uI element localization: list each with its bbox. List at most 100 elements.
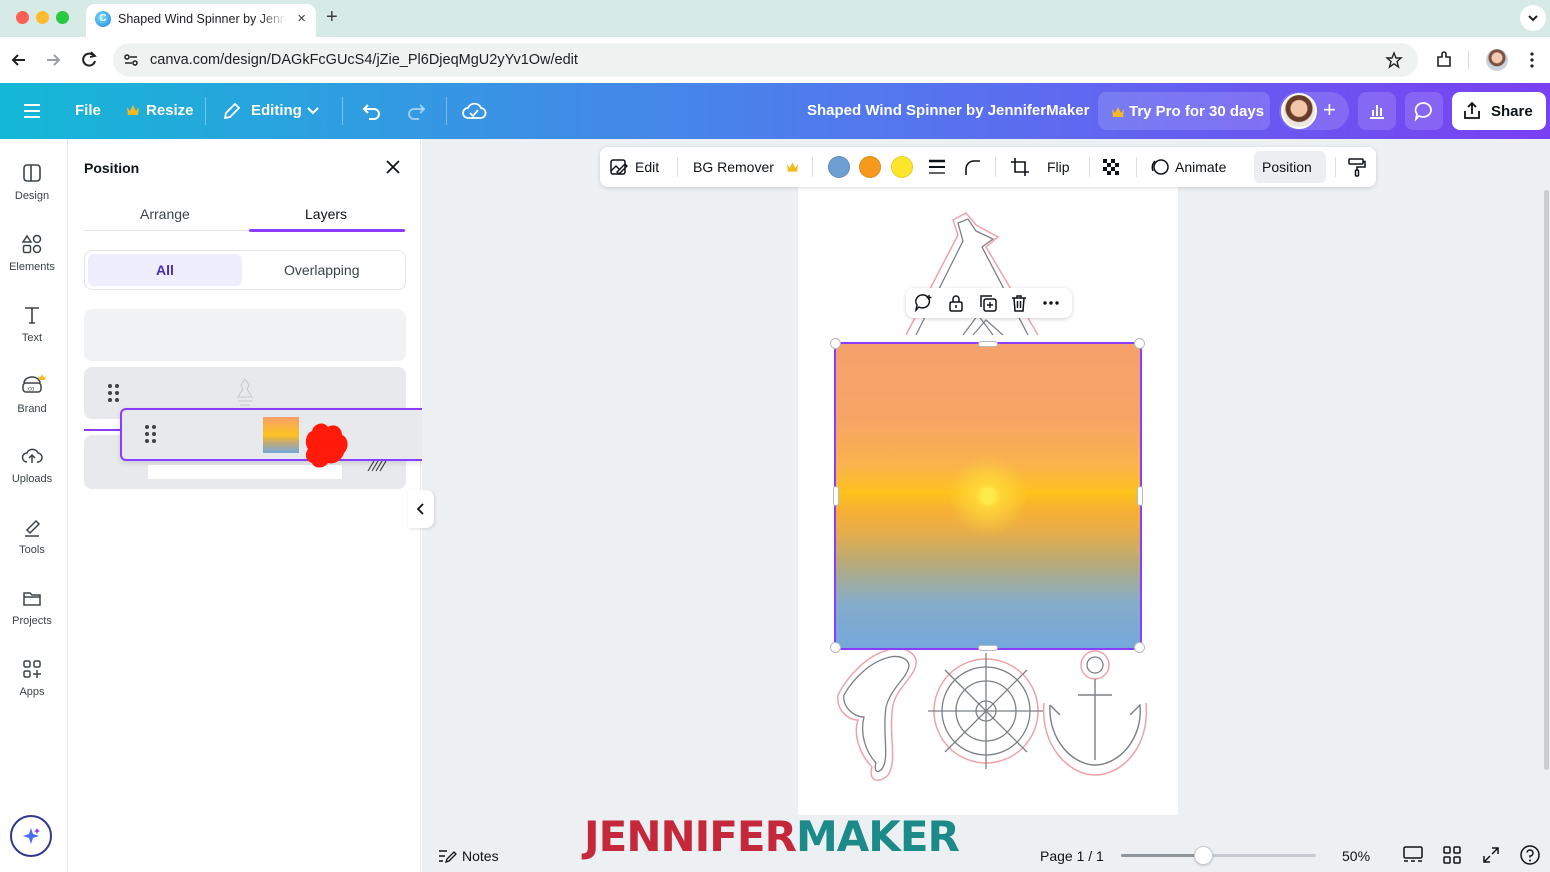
sunset-image[interactable]	[834, 342, 1142, 650]
left-sidebar: Design Elements Text co Brand Uploads To…	[0, 139, 68, 872]
paint-roller-icon[interactable]	[1346, 156, 1368, 178]
zoom-slider[interactable]	[1121, 846, 1316, 865]
resize-menu[interactable]	[126, 100, 142, 118]
undo-icon[interactable]	[360, 100, 382, 122]
layer-thumbnail-outline	[237, 378, 253, 406]
maximize-window-button[interactable]	[56, 11, 69, 24]
url-field[interactable]: canva.com/design/DAGkFcGUcS4/jZie_Pl6Dje…	[113, 43, 1418, 77]
user-avatar[interactable]	[1281, 93, 1317, 129]
layer-row[interactable]	[84, 309, 406, 361]
pencil-icon	[223, 102, 241, 120]
more-horizontal-icon[interactable]	[1041, 293, 1061, 313]
rail-item-tools[interactable]: Tools	[0, 516, 64, 556]
rail-item-projects[interactable]: Projects	[0, 587, 64, 627]
filter-overlapping[interactable]: Overlapping	[284, 262, 360, 278]
more-vertical-icon[interactable]	[1522, 50, 1542, 70]
rail-item-uploads[interactable]: Uploads	[0, 445, 64, 485]
resize-handle[interactable]	[978, 341, 998, 347]
border-style-icon[interactable]	[927, 158, 947, 176]
help-icon[interactable]	[1519, 844, 1541, 866]
back-arrow-icon[interactable]	[9, 50, 29, 70]
fullscreen-icon[interactable]	[1481, 845, 1501, 865]
color-swatch-orange[interactable]	[859, 156, 881, 178]
share-button[interactable]: Share	[1452, 92, 1546, 130]
edit-button[interactable]: Edit	[635, 159, 659, 175]
resize-handle[interactable]	[830, 642, 841, 653]
design-title[interactable]: Shaped Wind Spinner by JenniferMaker	[807, 102, 1089, 119]
insights-button[interactable]	[1358, 92, 1396, 130]
drag-handle-icon[interactable]	[145, 425, 157, 445]
color-swatch-blue[interactable]	[828, 156, 850, 178]
crop-icon[interactable]	[1010, 157, 1030, 177]
folder-icon	[23, 592, 41, 606]
canvas-scrollbar[interactable]	[1544, 190, 1549, 770]
close-window-button[interactable]	[16, 11, 29, 24]
bookmark-star-icon[interactable]	[1385, 51, 1403, 69]
zoom-slider-thumb[interactable]	[1193, 846, 1213, 865]
collapse-panel-button[interactable]	[408, 490, 434, 528]
rail-item-text[interactable]: Text	[0, 304, 64, 344]
flip-button[interactable]: Flip	[1047, 159, 1070, 175]
svg-text:co: co	[28, 387, 35, 393]
apps-grid-icon	[23, 660, 41, 678]
tab-search-button[interactable]	[1520, 5, 1546, 31]
close-icon[interactable]	[384, 158, 402, 176]
animate-button[interactable]: Animate	[1175, 159, 1226, 175]
chevron-down-icon[interactable]	[306, 105, 320, 117]
dragged-layer-card[interactable]	[120, 408, 442, 468]
extensions-icon[interactable]	[1434, 50, 1454, 70]
color-swatch-yellow[interactable]	[891, 156, 913, 178]
add-collaborator-icon[interactable]: +	[1323, 98, 1336, 122]
page-indicator[interactable]: Page 1 / 1	[1040, 848, 1104, 864]
resize-handle[interactable]	[830, 338, 841, 349]
profile-avatar[interactable]	[1486, 49, 1508, 71]
forward-arrow-icon[interactable]	[43, 50, 63, 70]
editing-mode-dropdown[interactable]: Editing	[251, 102, 302, 119]
rail-item-brand[interactable]: co Brand	[0, 371, 64, 415]
notes-button[interactable]: Notes	[462, 848, 499, 864]
resize-handle[interactable]	[1134, 338, 1145, 349]
browser-tab-bar: C Shaped Wind Spinner by JenniferMaker ×…	[0, 0, 1550, 37]
tab-arrange[interactable]: Arrange	[140, 206, 190, 222]
site-settings-icon[interactable]	[123, 52, 139, 68]
corner-rounding-icon[interactable]	[962, 157, 982, 177]
minimize-window-button[interactable]	[36, 11, 49, 24]
zoom-percent[interactable]: 50%	[1342, 848, 1370, 864]
grid-view-icon[interactable]	[1442, 845, 1462, 865]
cloud-saved-icon[interactable]	[461, 99, 487, 123]
file-menu[interactable]: File	[75, 102, 101, 119]
resize-handle[interactable]	[1134, 642, 1145, 653]
bg-remover-button[interactable]: BG Remover	[693, 159, 774, 175]
resize-handle[interactable]	[978, 645, 998, 651]
comments-button[interactable]	[1405, 92, 1443, 130]
cloud-upload-icon	[21, 448, 43, 463]
resize-handle[interactable]	[833, 486, 839, 506]
rail-item-apps[interactable]: Apps	[0, 658, 64, 698]
sparkle-icon	[23, 828, 40, 844]
reload-icon[interactable]	[79, 50, 99, 70]
rail-item-design[interactable]: Design	[0, 162, 64, 202]
redo-icon[interactable]	[406, 100, 428, 122]
transparency-checker-icon[interactable]	[1101, 157, 1121, 177]
resize-label[interactable]: Resize	[146, 102, 194, 119]
collaborators-group[interactable]: +	[1279, 92, 1349, 130]
animate-icon	[1151, 159, 1169, 175]
filter-all[interactable]: All	[88, 254, 242, 286]
new-tab-button[interactable]: +	[326, 6, 338, 29]
lock-icon[interactable]	[946, 293, 966, 313]
magic-ai-button[interactable]	[10, 815, 52, 857]
page-view-icon[interactable]	[1402, 845, 1424, 865]
resize-handle[interactable]	[1137, 486, 1143, 506]
position-button[interactable]: Position	[1254, 151, 1326, 183]
try-pro-button[interactable]: Try Pro for 30 days	[1098, 92, 1270, 130]
duplicate-icon[interactable]	[978, 293, 998, 313]
menu-hamburger-icon[interactable]	[22, 102, 42, 120]
tab-layers[interactable]: Layers	[305, 206, 347, 222]
drag-handle-icon[interactable]	[108, 384, 120, 404]
browser-tab[interactable]: C Shaped Wind Spinner by JenniferMaker ×	[86, 4, 316, 37]
rail-item-elements[interactable]: Elements	[0, 233, 64, 273]
comment-add-icon[interactable]	[914, 293, 934, 313]
tab-close-button[interactable]: ×	[297, 10, 306, 27]
notes-icon	[439, 850, 457, 864]
trash-icon[interactable]	[1009, 293, 1029, 313]
